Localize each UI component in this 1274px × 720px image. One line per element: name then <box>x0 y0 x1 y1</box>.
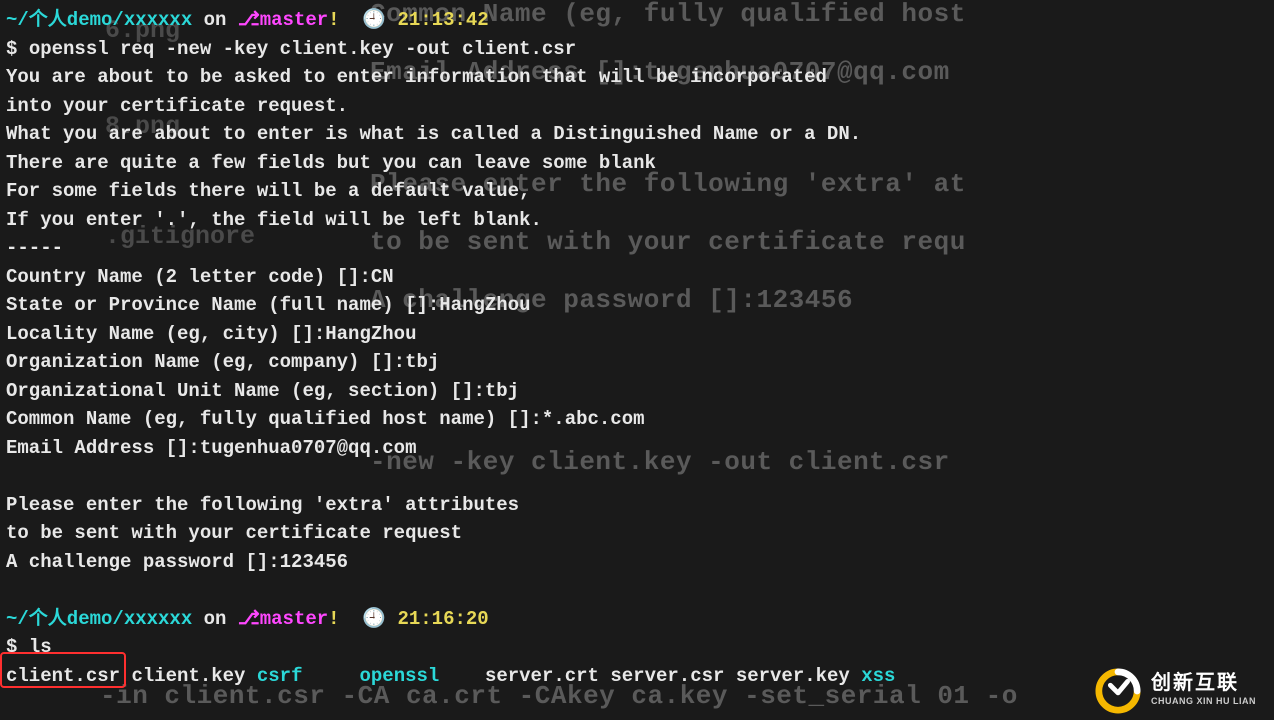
prompt-line: ~/个人demo/xxxxxx on ⎇master! 🕘 21:13:42 <box>6 6 1274 35</box>
file: server.key <box>736 665 850 687</box>
output-line: into your certificate request. <box>6 92 1274 121</box>
output-line: There are quite a few fields but you can… <box>6 149 1274 178</box>
terminal[interactable]: ~/个人demo/xxxxxx on ⎇master! 🕘 21:13:42 $… <box>6 6 1274 690</box>
command-text: ls <box>29 636 52 658</box>
output-line: If you enter '.', the field will be left… <box>6 206 1274 235</box>
output-line: You are about to be asked to enter infor… <box>6 63 1274 92</box>
output-line: Country Name (2 letter code) []:CN <box>6 263 1274 292</box>
prompt-path: ~/个人demo/xxxxxx <box>6 9 192 31</box>
dir: xss <box>861 665 895 687</box>
output-line: Organizational Unit Name (eg, section) [… <box>6 377 1274 406</box>
prompt-time: 21:13:42 <box>397 9 488 31</box>
watermark: 创新互联 CHUANG XIN HU LIAN <box>1095 668 1256 714</box>
prompt-symbol: $ <box>6 636 29 658</box>
file: client.key <box>131 665 245 687</box>
file: server.csr <box>610 665 724 687</box>
output-line: Please enter the following 'extra' attri… <box>6 491 1274 520</box>
output-line: to be sent with your certificate request <box>6 519 1274 548</box>
file: client.csr <box>6 665 120 687</box>
prompt-on: on <box>192 608 238 630</box>
command-line[interactable]: $ ls <box>6 633 1274 662</box>
branch-dirty: ! <box>328 608 339 630</box>
output-line: State or Province Name (full name) []:Ha… <box>6 291 1274 320</box>
command-text: openssl req -new -key client.key -out cl… <box>29 38 576 60</box>
file: server.crt <box>485 665 599 687</box>
output-blank <box>6 576 1274 605</box>
clock-icon: 🕘 <box>362 9 386 31</box>
dir: csrf <box>257 665 303 687</box>
command-line[interactable]: $ openssl req -new -key client.key -out … <box>6 35 1274 64</box>
output-line: ----- <box>6 234 1274 263</box>
dir: openssl <box>360 665 440 687</box>
watermark-subtitle: CHUANG XIN HU LIAN <box>1151 695 1256 709</box>
watermark-logo-icon <box>1095 668 1141 714</box>
output-line: For some fields there will be a default … <box>6 177 1274 206</box>
output-line: A challenge password []:123456 <box>6 548 1274 577</box>
watermark-title: 创新互联 <box>1151 673 1256 693</box>
clock-icon: 🕘 <box>362 608 386 630</box>
output-line: What you are about to enter is what is c… <box>6 120 1274 149</box>
prompt-on: on <box>192 9 238 31</box>
prompt-line: ~/个人demo/xxxxxx on ⎇master! 🕘 21:16:20 <box>6 605 1274 634</box>
output-line: Locality Name (eg, city) []:HangZhou <box>6 320 1274 349</box>
ls-output: client.csr client.key csrf openssl serve… <box>6 662 1274 691</box>
prompt-symbol: $ <box>6 38 29 60</box>
output-line: Email Address []:tugenhua0707@qq.com <box>6 434 1274 463</box>
branch-icon: ⎇ <box>238 9 260 31</box>
prompt-time: 21:16:20 <box>397 608 488 630</box>
output-blank <box>6 462 1274 491</box>
branch-name: master <box>260 9 328 31</box>
branch-dirty: ! <box>328 9 339 31</box>
output-line: Organization Name (eg, company) []:tbj <box>6 348 1274 377</box>
branch-name: master <box>260 608 328 630</box>
branch-icon: ⎇ <box>238 608 260 630</box>
prompt-path: ~/个人demo/xxxxxx <box>6 608 192 630</box>
output-line: Common Name (eg, fully qualified host na… <box>6 405 1274 434</box>
